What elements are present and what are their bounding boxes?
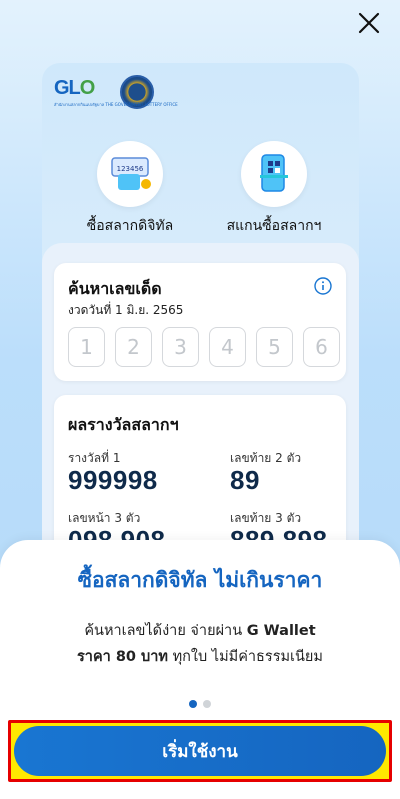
digit-input-5[interactable]: 5 xyxy=(256,327,293,367)
digit-input-6[interactable]: 6 xyxy=(303,327,340,367)
buy-digital-lottery-shortcut[interactable]: 123456 ซื้อสลากดิจิทัล xyxy=(70,141,190,237)
onboarding-headline: ซื้อสลากดิจิทัล ไม่เกินราคา xyxy=(77,568,323,592)
page-indicator xyxy=(0,700,400,708)
shortcut-label: ซื้อสลากดิจิทัล xyxy=(86,218,174,234)
page-dot[interactable] xyxy=(203,700,211,708)
digit-input-4[interactable]: 4 xyxy=(209,327,246,367)
shortcut-label: สแกนซื้อสลากฯ xyxy=(226,218,322,234)
lucky-number-search: ค้นหาเลขเด็ด งวดวันที่ 1 มิ.ย. 2565 1 2 … xyxy=(54,263,346,381)
search-title: ค้นหาเลขเด็ด xyxy=(68,279,162,298)
lottery-ticket-icon: 123456 xyxy=(97,141,163,207)
close-icon xyxy=(358,12,380,34)
brand-logo: GLO สำนักงานสลากกินแบ่งรัฐบาล THE GOVERN… xyxy=(54,75,178,109)
first-prize-value: 999998 xyxy=(68,465,158,495)
digit-input-2[interactable]: 2 xyxy=(115,327,152,367)
results-title: ผลรางวัลสลากฯ xyxy=(68,415,179,434)
glo-logo: GLO xyxy=(54,77,95,99)
last2-value: 89 xyxy=(230,465,260,495)
onboarding-sheet: ซื้อสลากดิจิทัล ไม่เกินราคา ค้นหาเลขได้ง… xyxy=(0,540,400,799)
app-preview-card: GLO สำนักงานสลากกินแบ่งรัฐบาล THE GOVERN… xyxy=(42,63,359,623)
onboarding-description: ค้นหาเลขได้ง่าย จ่ายผ่าน G Wallet ราคา 8… xyxy=(77,623,323,665)
qr-scan-phone-icon xyxy=(241,141,307,207)
close-button[interactable] xyxy=(356,10,382,36)
digit-inputs: 1 2 3 4 5 6 xyxy=(68,327,340,367)
draw-date: งวดวันที่ 1 มิ.ย. 2565 xyxy=(68,303,184,317)
digit-input-3[interactable]: 3 xyxy=(162,327,199,367)
page-dot-active[interactable] xyxy=(189,700,197,708)
get-started-button[interactable]: เริ่มใช้งาน xyxy=(14,726,386,776)
glo-subtitle: สำนักงานสลากกินแบ่งรัฐบาล THE GOVERNMENT… xyxy=(54,102,178,107)
cta-highlight: เริ่มใช้งาน xyxy=(8,720,392,782)
digit-input-1[interactable]: 1 xyxy=(68,327,105,367)
scan-lottery-shortcut[interactable]: สแกนซื้อสลากฯ xyxy=(214,141,334,237)
info-icon[interactable] xyxy=(314,277,332,295)
ticket-number: 123456 xyxy=(117,165,144,173)
